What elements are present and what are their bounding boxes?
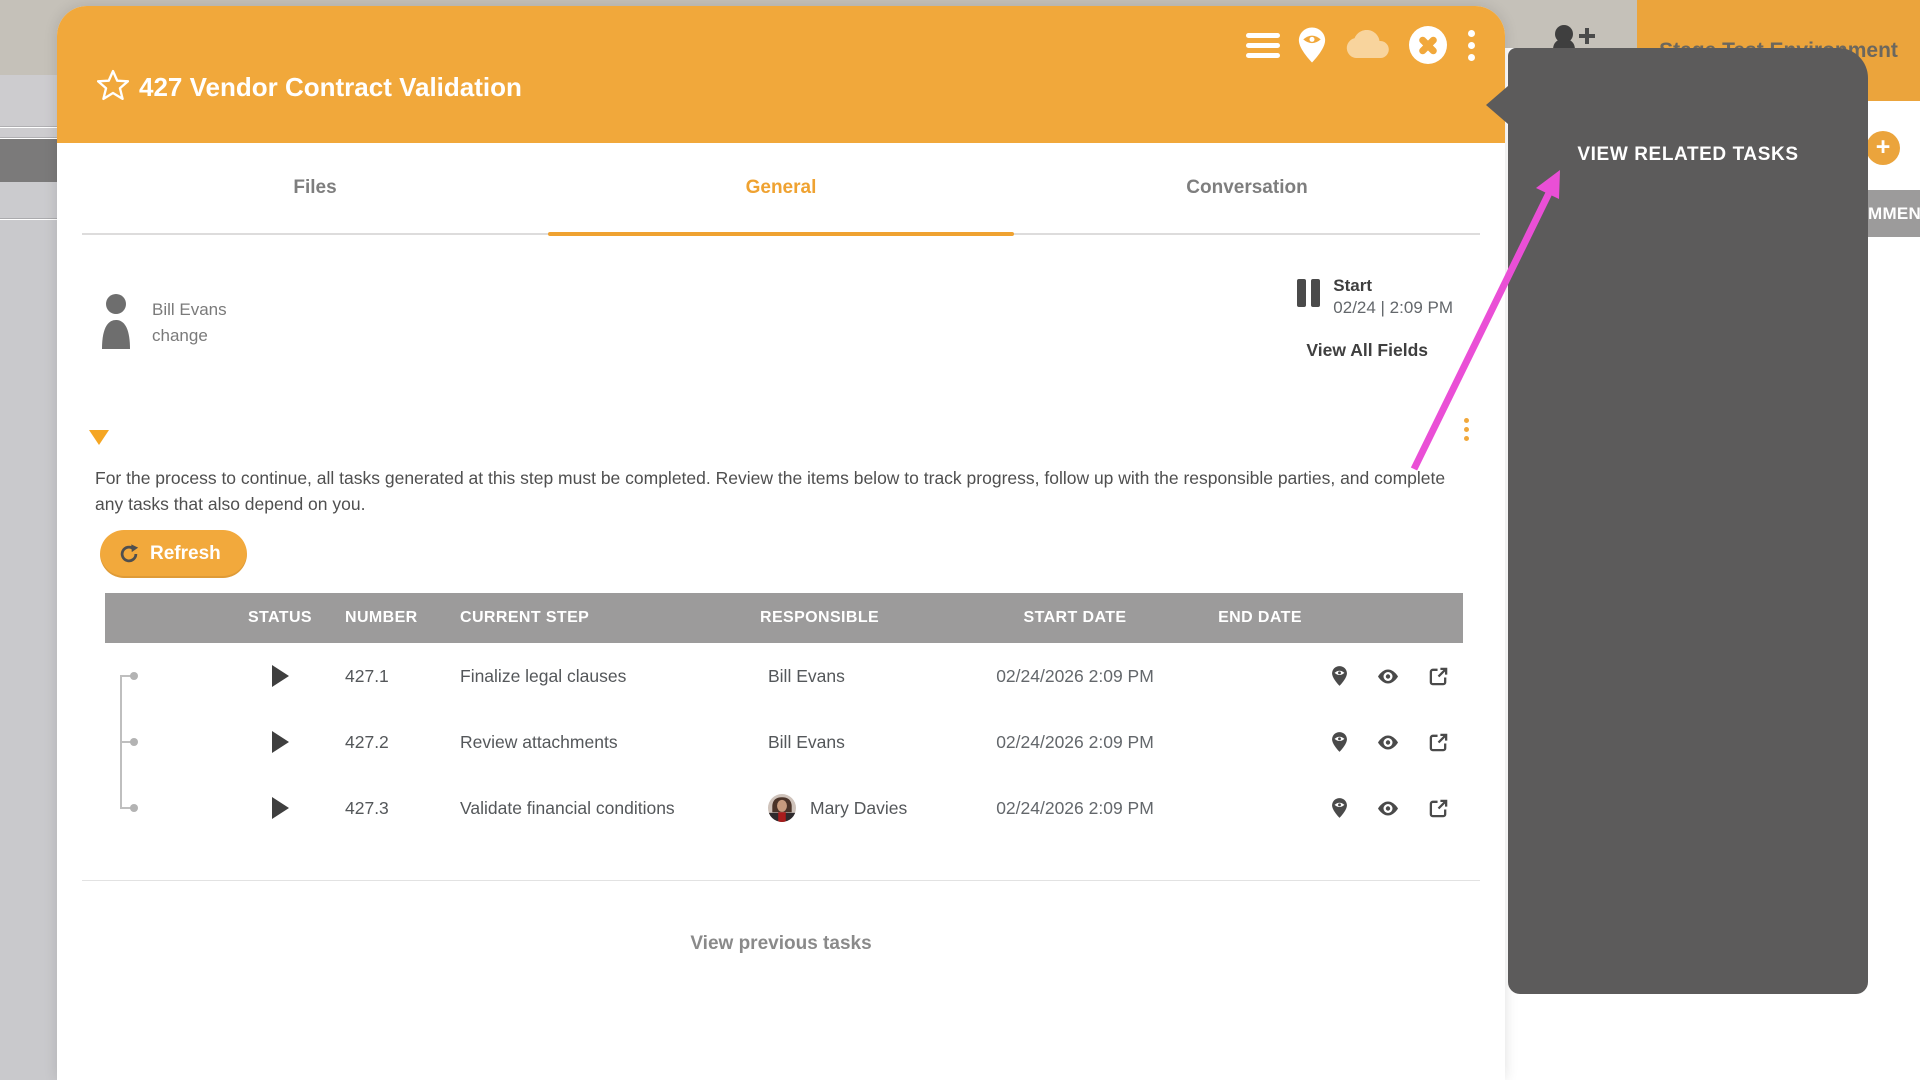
preview-eye-icon[interactable] bbox=[1376, 800, 1400, 817]
divider bbox=[82, 880, 1480, 881]
table-row: 427.3 Validate financial conditions bbox=[105, 775, 1463, 841]
column-status: STATUS bbox=[220, 609, 340, 627]
task-number: 427.2 bbox=[340, 732, 460, 753]
column-current-step: CURRENT STEP bbox=[460, 609, 760, 627]
responsible-avatar bbox=[768, 794, 796, 822]
table-row: 427.2 Review attachments Bill Evans 02/2… bbox=[105, 709, 1463, 775]
close-icon[interactable] bbox=[1409, 26, 1447, 64]
tab-general[interactable]: General bbox=[548, 143, 1014, 233]
start-field: Start 02/24 | 2:09 PM bbox=[1297, 276, 1453, 318]
rail-segment bbox=[0, 220, 57, 1080]
column-number: NUMBER bbox=[340, 609, 460, 627]
task-modal: 427 Vendor Contract Validation bbox=[57, 6, 1505, 1080]
assignee-avatar-icon bbox=[100, 293, 132, 354]
modal-tabs: Files General Conversation bbox=[82, 143, 1480, 235]
task-start-date: 02/24/2026 2:09 PM bbox=[945, 732, 1205, 753]
related-tasks-panel: VIEW RELATED TASKS bbox=[1508, 48, 1868, 994]
task-responsible: Bill Evans bbox=[768, 666, 845, 687]
open-external-icon[interactable] bbox=[1428, 798, 1449, 819]
modal-title: 427 Vendor Contract Validation bbox=[139, 72, 522, 103]
task-number: 427.1 bbox=[340, 666, 460, 687]
rail-segment bbox=[0, 75, 57, 127]
task-responsible: Bill Evans bbox=[768, 732, 845, 753]
play-icon[interactable] bbox=[272, 797, 289, 819]
open-external-icon[interactable] bbox=[1428, 732, 1449, 753]
cloud-upload-icon[interactable] bbox=[1344, 30, 1392, 60]
refresh-button-label: Refresh bbox=[150, 543, 221, 565]
rail-segment bbox=[0, 139, 57, 182]
instructions-text: For the process to continue, all tasks g… bbox=[95, 465, 1467, 517]
rail-segment bbox=[0, 182, 57, 219]
add-button[interactable]: + bbox=[1866, 131, 1900, 165]
tab-files-label: Files bbox=[293, 177, 336, 199]
table-row: 427.1 Finalize legal clauses Bill Evans … bbox=[105, 643, 1463, 709]
location-pin-icon[interactable] bbox=[1331, 665, 1348, 687]
background-left-rail bbox=[0, 0, 57, 1080]
start-field-label: Start bbox=[1333, 276, 1453, 296]
collapse-caret-icon[interactable] bbox=[89, 430, 109, 445]
more-options-icon[interactable] bbox=[1464, 28, 1479, 63]
tab-general-label: General bbox=[746, 177, 817, 199]
task-responsible: Mary Davies bbox=[810, 798, 907, 819]
location-pin-icon[interactable] bbox=[1331, 797, 1348, 819]
column-end-date: END DATE bbox=[1205, 609, 1315, 627]
open-external-icon[interactable] bbox=[1428, 666, 1449, 687]
modal-header: 427 Vendor Contract Validation bbox=[57, 6, 1505, 143]
task-start-date: 02/24/2026 2:09 PM bbox=[945, 798, 1205, 819]
view-previous-tasks-link[interactable]: View previous tasks bbox=[57, 933, 1505, 955]
task-step: Finalize legal clauses bbox=[460, 666, 760, 687]
tab-conversation-label: Conversation bbox=[1186, 177, 1307, 199]
modal-header-toolbar bbox=[1246, 22, 1479, 68]
menu-icon[interactable] bbox=[1246, 33, 1280, 58]
task-number: 427.3 bbox=[340, 798, 460, 819]
tasks-table: STATUS NUMBER CURRENT STEP RESPONSIBLE S… bbox=[105, 593, 1463, 841]
pause-icon bbox=[1297, 276, 1320, 318]
rail-segment bbox=[0, 0, 57, 75]
refresh-icon bbox=[118, 543, 140, 565]
preview-eye-icon[interactable] bbox=[1376, 668, 1400, 685]
assignee-name: Bill Evans bbox=[152, 300, 227, 320]
task-step: Validate financial conditions bbox=[460, 798, 760, 819]
preview-eye-icon[interactable] bbox=[1376, 734, 1400, 751]
column-start-date: START DATE bbox=[945, 609, 1205, 627]
view-all-fields-link[interactable]: View All Fields bbox=[1306, 340, 1428, 361]
task-start-date: 02/24/2026 2:09 PM bbox=[945, 666, 1205, 687]
plus-icon: + bbox=[1876, 135, 1891, 160]
tab-files[interactable]: Files bbox=[82, 143, 548, 233]
tasks-table-header: STATUS NUMBER CURRENT STEP RESPONSIBLE S… bbox=[105, 593, 1463, 643]
truncated-comment-label: MMEN bbox=[1868, 204, 1920, 224]
tasks-table-body: 427.1 Finalize legal clauses Bill Evans … bbox=[105, 643, 1463, 841]
tab-conversation[interactable]: Conversation bbox=[1014, 143, 1480, 233]
refresh-button[interactable]: Refresh bbox=[100, 530, 247, 578]
rail-segment bbox=[0, 128, 57, 138]
start-field-value: 02/24 | 2:09 PM bbox=[1333, 298, 1453, 318]
view-related-tasks-item[interactable]: VIEW RELATED TASKS bbox=[1508, 144, 1868, 166]
location-pin-icon[interactable] bbox=[1297, 26, 1327, 64]
section-more-options-icon[interactable] bbox=[1464, 418, 1469, 441]
screen: Stage Test Environment + MMEN 427 Vendor… bbox=[0, 0, 1920, 1080]
column-responsible: RESPONSIBLE bbox=[760, 609, 945, 627]
task-step: Review attachments bbox=[460, 732, 760, 753]
play-icon[interactable] bbox=[272, 731, 289, 753]
truncated-comment-tab[interactable]: MMEN bbox=[1868, 190, 1920, 237]
favorite-star-icon[interactable] bbox=[97, 69, 129, 101]
assignee-change-link[interactable]: change bbox=[152, 326, 208, 346]
location-pin-icon[interactable] bbox=[1331, 731, 1348, 753]
play-icon[interactable] bbox=[272, 665, 289, 687]
